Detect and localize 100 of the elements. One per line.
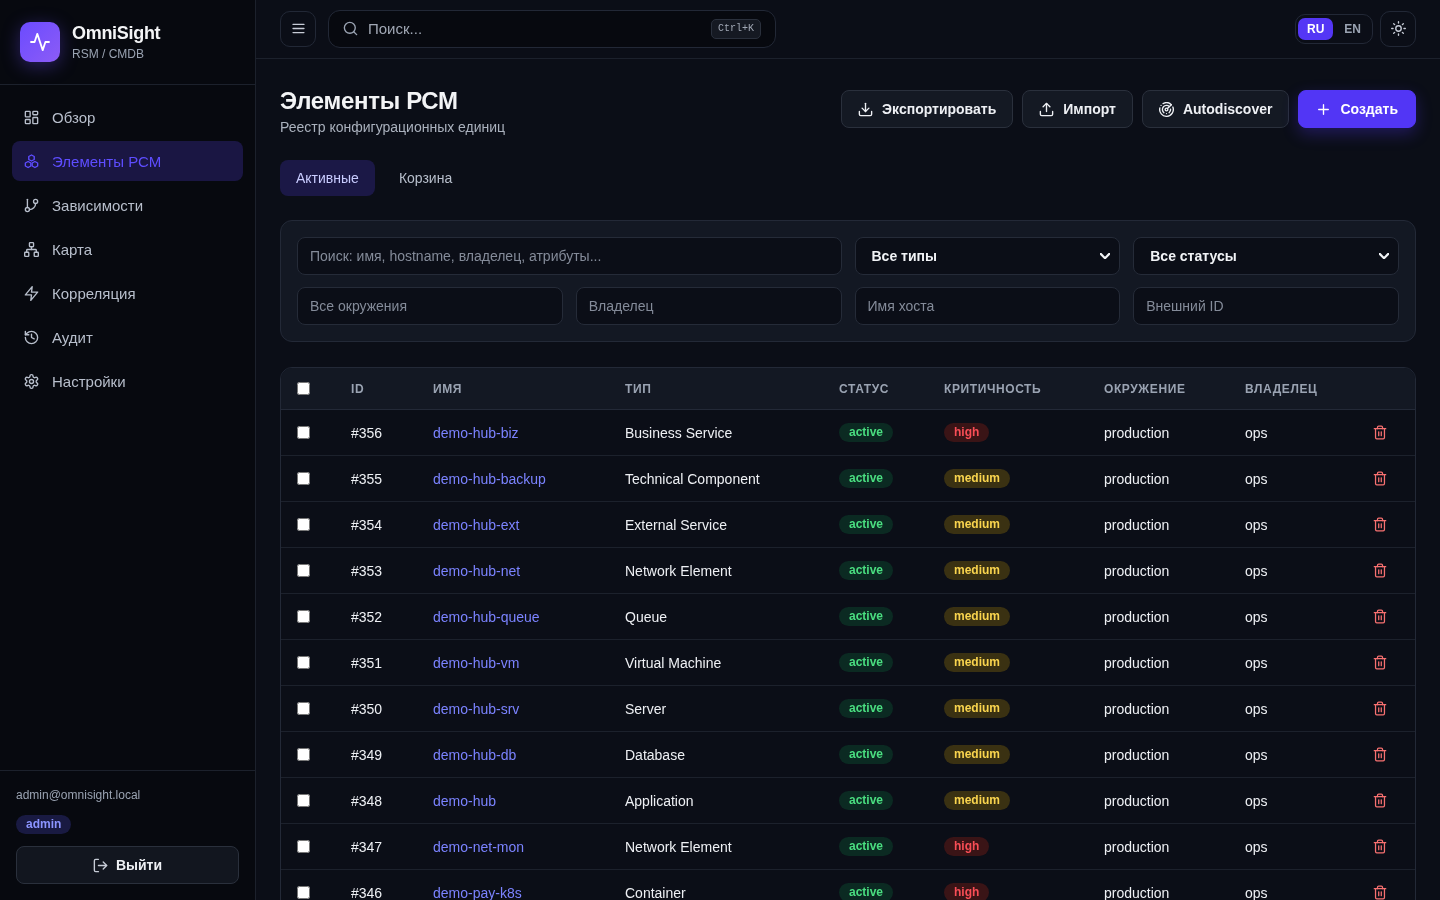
row-checkbox[interactable] (297, 564, 310, 577)
status-badge: active (839, 607, 894, 626)
delete-button[interactable] (1373, 793, 1387, 808)
delete-button[interactable] (1373, 839, 1387, 854)
item-link[interactable]: demo-net-mon (433, 838, 525, 855)
table-cell: #352 (335, 593, 417, 640)
status-badge: active (839, 561, 894, 580)
page-subtitle: Реестр конфигурационных единиц (280, 118, 506, 136)
column-header: ID (335, 368, 417, 410)
table-cell: production (1088, 731, 1229, 778)
tab[interactable]: Корзина (382, 160, 469, 196)
history-icon (24, 329, 39, 345)
item-link[interactable]: demo-hub-ext (433, 516, 520, 533)
item-link[interactable]: demo-hub-srv (433, 700, 520, 717)
delete-button[interactable] (1373, 425, 1387, 440)
item-link[interactable]: demo-hub-net (433, 562, 521, 579)
hostname-input[interactable]: Имя хоста (854, 287, 1121, 325)
table-cell: ops (1229, 685, 1355, 732)
search-input[interactable]: Поиск... (368, 14, 701, 43)
table-cell: production (1088, 501, 1229, 548)
item-link[interactable]: demo-hub-backup (433, 470, 546, 487)
branch-icon (24, 197, 39, 213)
delete-button[interactable] (1373, 563, 1387, 578)
delete-button[interactable] (1373, 609, 1387, 624)
search-icon (343, 21, 358, 36)
delete-button[interactable] (1373, 471, 1387, 486)
table-cell: Network Element (609, 823, 823, 870)
row-checkbox[interactable] (297, 426, 310, 439)
table-cell: Application (609, 777, 823, 824)
row-checkbox[interactable] (297, 840, 310, 853)
app-subtitle: RSM / CMDB (72, 45, 145, 62)
criticality-badge: high (944, 837, 990, 856)
nav-item[interactable]: Обзор (12, 97, 243, 137)
tab[interactable]: Активные (280, 160, 375, 196)
item-link[interactable]: demo-hub-biz (433, 424, 519, 441)
external-id-input[interactable]: Внешний ID (1133, 287, 1399, 325)
row-checkbox[interactable] (297, 656, 310, 669)
item-link[interactable]: demo-hub (433, 792, 497, 809)
role-badge: admin (16, 815, 72, 834)
table-cell: Network Element (609, 547, 823, 594)
item-link[interactable]: demo-hub-db (433, 746, 517, 763)
table-cell: #349 (335, 731, 417, 778)
language-option[interactable]: RU (1298, 17, 1334, 40)
table-cell: production (1088, 409, 1229, 456)
row-checkbox[interactable] (297, 794, 310, 807)
nav-item[interactable]: Аудит (12, 317, 243, 357)
table-cell: ops (1229, 593, 1355, 640)
table-cell: Queue (609, 593, 823, 640)
row-checkbox[interactable] (297, 610, 310, 623)
action-button[interactable]: Autodiscover (1141, 90, 1290, 128)
item-link[interactable]: demo-hub-queue (433, 608, 540, 625)
environment-input[interactable]: Все окружения (297, 287, 563, 325)
nav-item[interactable]: Карта (12, 229, 243, 269)
status-badge: active (839, 837, 894, 856)
row-checkbox[interactable] (297, 518, 310, 531)
status-select[interactable]: Все статусы (1133, 237, 1399, 275)
delete-button[interactable] (1373, 701, 1387, 716)
menu-button[interactable] (280, 10, 316, 47)
trash-icon (1373, 425, 1387, 440)
trash-icon (1373, 517, 1387, 532)
criticality-badge: high (944, 423, 990, 442)
language-option[interactable]: EN (1335, 17, 1370, 40)
upload-icon (1039, 101, 1055, 117)
search-field[interactable]: Поиск... Ctrl+K (328, 9, 776, 48)
status-badge: active (839, 469, 894, 488)
nav-item[interactable]: Корреляция (12, 273, 243, 313)
status-badge: active (839, 699, 894, 718)
nav-item[interactable]: Зависимости (12, 185, 243, 225)
table-cell: production (1088, 455, 1229, 502)
criticality-badge: medium (944, 653, 1010, 672)
shortcut-hint: Ctrl+K (711, 18, 761, 39)
action-button[interactable]: Экспортировать (841, 90, 1014, 128)
item-link[interactable]: demo-pay-k8s (433, 884, 522, 900)
row-checkbox[interactable] (297, 472, 310, 485)
table-cell: #346 (335, 869, 417, 900)
select-all-checkbox[interactable] (297, 382, 310, 395)
table-cell: production (1088, 823, 1229, 870)
item-link[interactable]: demo-hub-vm (433, 654, 520, 671)
owner-input[interactable]: Владелец (575, 287, 842, 325)
action-button[interactable]: Импорт (1022, 90, 1133, 128)
trash-icon (1373, 471, 1387, 486)
delete-button[interactable] (1373, 747, 1387, 762)
table-cell: #350 (335, 685, 417, 732)
delete-button[interactable] (1373, 885, 1387, 900)
table-cell: ops (1229, 823, 1355, 870)
row-checkbox[interactable] (297, 748, 310, 761)
type-select[interactable]: Все типы (854, 237, 1121, 275)
search-input[interactable]: Поиск: имя, hostname, владелец, атрибуты... (297, 237, 842, 275)
delete-button[interactable] (1373, 517, 1387, 532)
nav-item[interactable]: Настройки (12, 361, 243, 401)
download-icon (858, 101, 874, 117)
row-checkbox[interactable] (297, 886, 310, 899)
theme-button[interactable] (1380, 10, 1416, 47)
delete-button[interactable] (1373, 655, 1387, 670)
criticality-badge: medium (944, 699, 1010, 718)
trash-icon (1373, 793, 1387, 808)
action-button[interactable]: Создать (1298, 90, 1416, 128)
row-checkbox[interactable] (297, 702, 310, 715)
logout-button[interactable]: Выйти (16, 846, 239, 884)
table-cell: production (1088, 685, 1229, 732)
